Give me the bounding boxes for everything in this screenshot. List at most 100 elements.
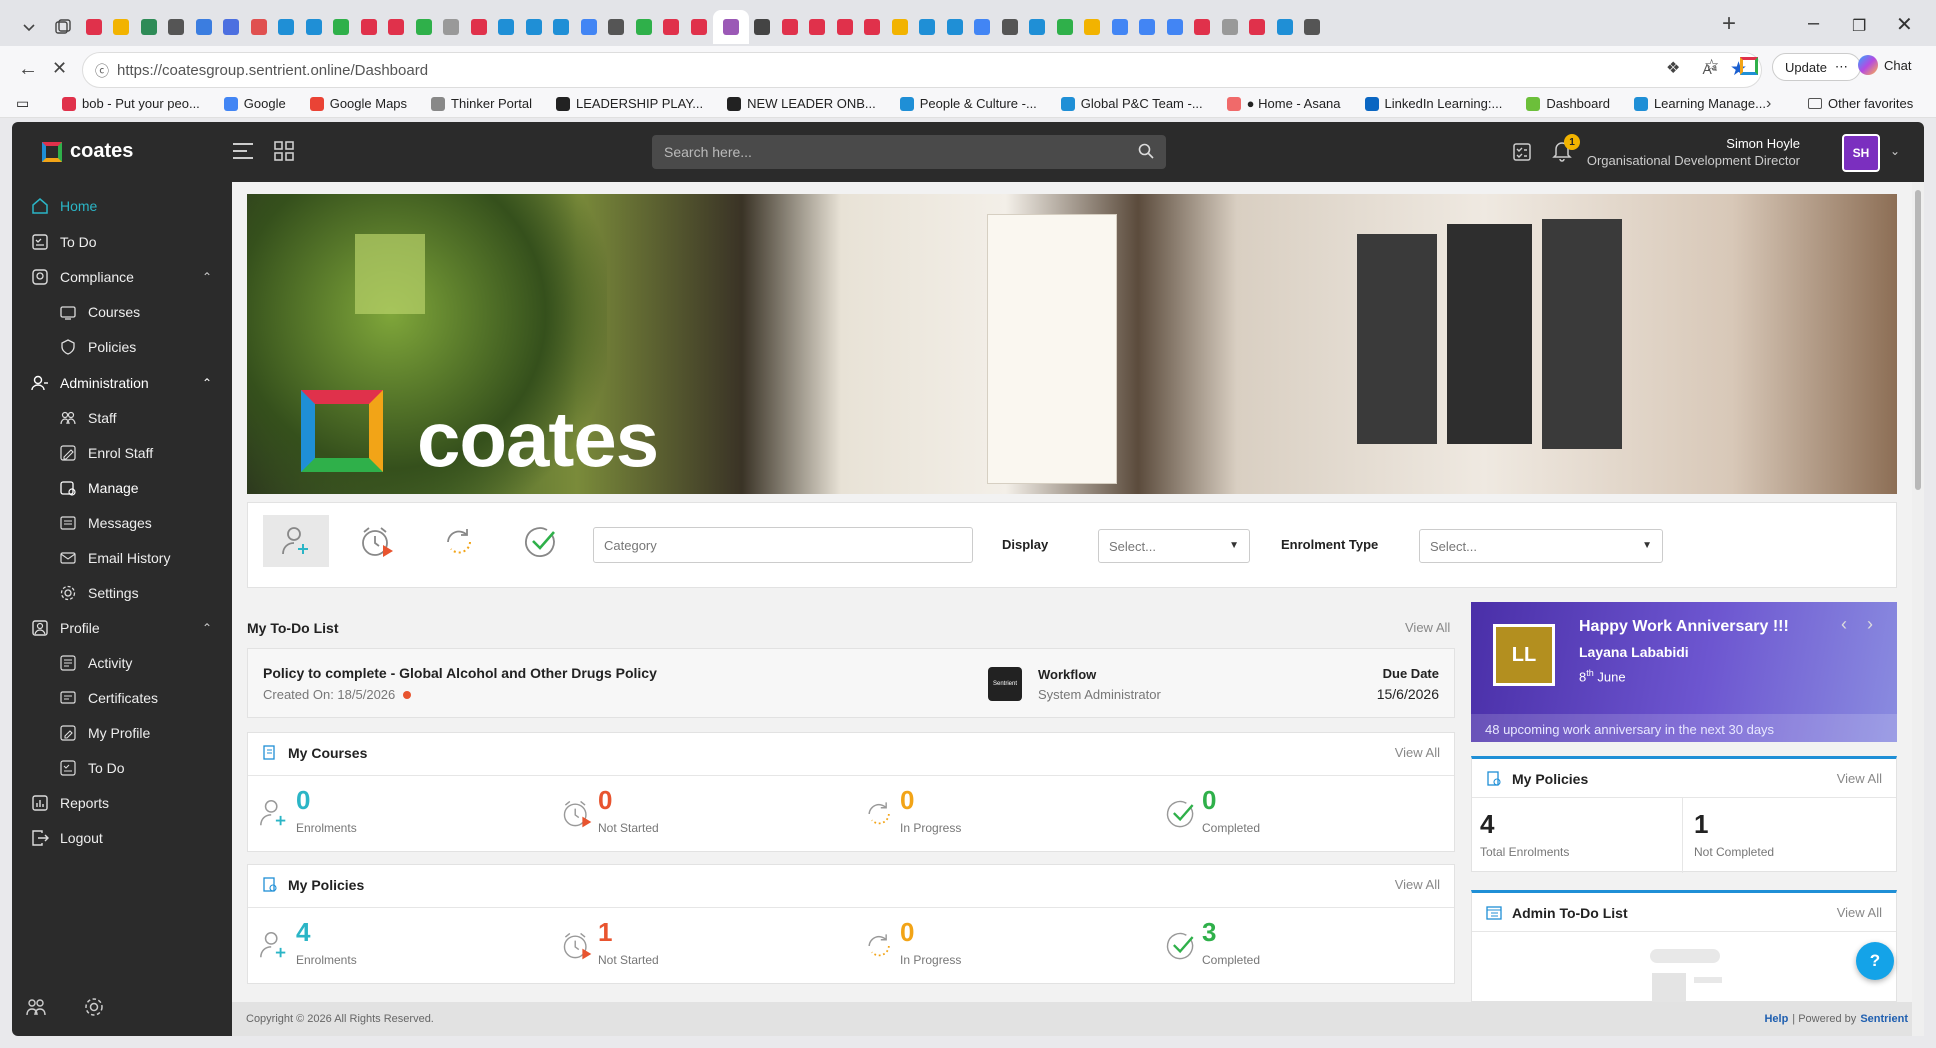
stat-enrolments[interactable]: 0 Enrolments <box>258 785 538 845</box>
update-button[interactable]: Update ⋯ <box>1772 53 1861 81</box>
sidebar-item-administration[interactable]: Administration <box>30 373 149 393</box>
stat-not-started[interactable]: 1 Not Started <box>560 917 840 977</box>
bookmark-item[interactable]: Global P&C Team -... <box>1060 96 1203 111</box>
sidebar-item-reports[interactable]: Reports <box>30 793 109 813</box>
todo-item[interactable]: Policy to complete - Global Alcohol and … <box>247 648 1455 718</box>
display-select[interactable]: Select... ▼ <box>1098 529 1250 563</box>
other-favorites-folder[interactable]: Other favorites <box>1808 96 1913 111</box>
copilot-chat-button[interactable]: Chat <box>1858 55 1911 75</box>
new-tab-button[interactable]: + <box>1722 10 1736 38</box>
sidebar-item-settings[interactable]: Settings <box>58 583 139 603</box>
enrolment-type-select[interactable]: Select... ▼ <box>1419 529 1663 563</box>
admin-todo-view-all-link[interactable]: View All <box>1837 905 1882 920</box>
browser-tab[interactable] <box>383 10 411 44</box>
bookmark-item[interactable]: Google <box>223 96 286 111</box>
todo-view-all-link[interactable]: View All <box>1405 620 1450 635</box>
my-policies-view-all-link[interactable]: View All <box>1395 877 1440 892</box>
page-scrollbar[interactable] <box>1912 182 1924 1036</box>
browser-tab[interactable] <box>749 10 777 44</box>
footer-sentrient-link[interactable]: Sentrient <box>1860 1013 1908 1025</box>
anniversary-prev-icon[interactable]: ‹ <box>1841 614 1847 635</box>
browser-tab[interactable] <box>163 10 191 44</box>
sidebar-item-certificates[interactable]: Certificates <box>58 688 158 708</box>
browser-tab[interactable] <box>1106 10 1134 44</box>
anniversary-footer[interactable]: 48 upcoming work anniversary in the next… <box>1471 714 1897 742</box>
bookmark-item[interactable]: bob - Put your peo... <box>62 96 200 111</box>
browser-tab[interactable] <box>1134 10 1162 44</box>
not-completed-value[interactable]: 1 <box>1694 809 1708 840</box>
browser-tab[interactable] <box>630 10 658 44</box>
bookmark-item[interactable]: ● Home - Asana <box>1226 96 1341 111</box>
sidebar-item-manage[interactable]: Manage <box>58 478 139 498</box>
browser-tab[interactable] <box>996 10 1024 44</box>
bookmark-item[interactable]: LEADERSHIP PLAY... <box>555 96 703 111</box>
restore-icon[interactable]: ❐ <box>1852 16 1866 36</box>
browser-tab[interactable] <box>548 10 576 44</box>
sidebar-item-email-history[interactable]: Email History <box>58 548 170 568</box>
sidebar-item-messages[interactable]: Messages <box>58 513 152 533</box>
browser-tab[interactable] <box>776 10 804 44</box>
browser-tab[interactable] <box>218 10 246 44</box>
search-input[interactable]: Search here... <box>652 135 1166 169</box>
extensions-icon[interactable]: ❖ <box>1666 58 1680 78</box>
sidebar-item-my-profile[interactable]: My Profile <box>58 723 150 743</box>
browser-tab[interactable] <box>804 10 832 44</box>
stat-completed[interactable]: 3 Completed <box>1164 917 1444 977</box>
bookmark-item[interactable]: Google Maps <box>309 96 407 111</box>
administration-collapse-icon[interactable]: ⌃ <box>202 376 212 390</box>
bookmark-item[interactable]: NEW LEADER ONB... <box>727 96 876 111</box>
browser-tab[interactable] <box>520 10 548 44</box>
compliance-collapse-icon[interactable]: ⌃ <box>202 270 212 284</box>
browser-tab[interactable] <box>1244 10 1272 44</box>
minimize-icon[interactable]: – <box>1808 12 1819 35</box>
browser-tab[interactable] <box>355 10 383 44</box>
browser-tab[interactable] <box>859 10 887 44</box>
browser-tab[interactable] <box>1271 10 1299 44</box>
user-menu-chevron-icon[interactable]: ⌄ <box>1890 144 1900 158</box>
browser-tab[interactable] <box>493 10 521 44</box>
browser-tab[interactable] <box>1161 10 1189 44</box>
scrollbar-thumb[interactable] <box>1915 190 1921 490</box>
browser-tab[interactable] <box>603 10 631 44</box>
tasks-icon[interactable] <box>1512 142 1532 167</box>
browser-tab[interactable] <box>273 10 301 44</box>
sidebar-item-profile-todo[interactable]: To Do <box>58 758 125 778</box>
browser-tab[interactable] <box>1024 10 1052 44</box>
category-input[interactable]: Category <box>593 527 973 563</box>
browser-tab[interactable] <box>1189 10 1217 44</box>
browser-tab[interactable] <box>712 10 749 44</box>
team-icon[interactable] <box>26 998 46 1021</box>
stat-not-started[interactable]: 0 Not Started <box>560 785 840 845</box>
in-progress-filter-button[interactable] <box>440 523 478 566</box>
sidebar-item-enrol-staff[interactable]: Enrol Staff <box>58 443 153 463</box>
stat-completed[interactable]: 0 Completed <box>1164 785 1444 845</box>
browser-tab[interactable] <box>190 10 218 44</box>
sidebar-item-compliance[interactable]: Compliance <box>30 267 134 287</box>
sidebar-item-home[interactable]: Home <box>30 196 97 216</box>
browser-tab[interactable] <box>831 10 859 44</box>
side-my-policies-view-all-link[interactable]: View All <box>1837 771 1882 786</box>
bookmark-item[interactable]: LinkedIn Learning:... <box>1364 96 1502 111</box>
collections-icon[interactable]: ▭ <box>16 95 38 112</box>
sidebar-item-staff[interactable]: Staff <box>58 408 117 428</box>
my-courses-view-all-link[interactable]: View All <box>1395 745 1440 760</box>
browser-tab[interactable] <box>438 10 466 44</box>
anniversary-next-icon[interactable]: › <box>1867 614 1873 635</box>
browser-tab[interactable] <box>685 10 713 44</box>
workspaces-icon[interactable] <box>46 10 80 44</box>
browser-tab[interactable] <box>1216 10 1244 44</box>
favorites-icon[interactable]: ☆ <box>1704 56 1719 76</box>
search-icon[interactable] <box>1138 143 1154 162</box>
sidebar-item-logout[interactable]: Logout <box>30 828 103 848</box>
browser-tab[interactable] <box>1299 10 1327 44</box>
user-info[interactable]: Simon Hoyle Organisational Development D… <box>1587 136 1800 168</box>
user-avatar[interactable]: SH <box>1842 134 1880 172</box>
apps-grid-icon[interactable] <box>274 141 294 166</box>
browser-tab[interactable] <box>300 10 328 44</box>
help-float-button[interactable]: ? <box>1856 942 1894 980</box>
browser-tab[interactable] <box>328 10 356 44</box>
total-enrolments-value[interactable]: 4 <box>1480 809 1494 840</box>
stat-in-progress[interactable]: 0 In Progress <box>862 917 1142 977</box>
browser-tab[interactable] <box>914 10 942 44</box>
more-bookmarks-icon[interactable]: › <box>1766 95 1771 113</box>
